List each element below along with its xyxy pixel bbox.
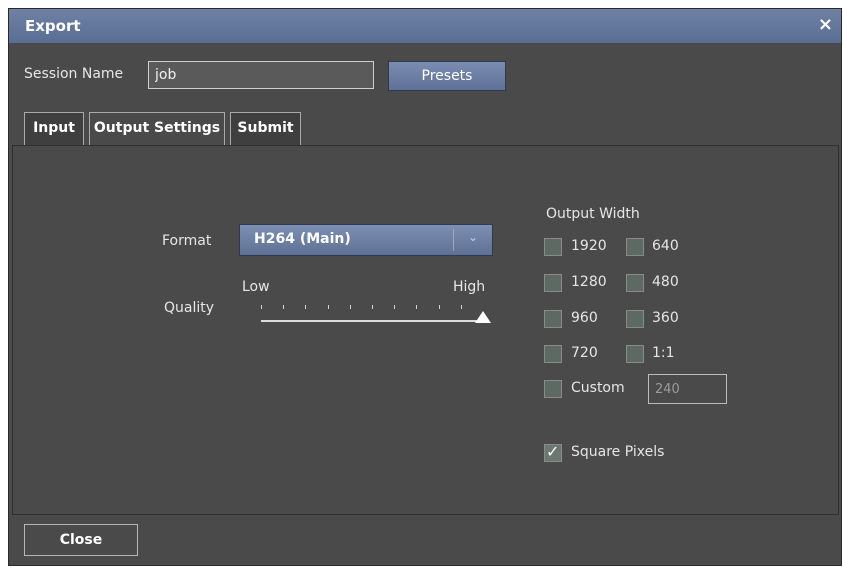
dialog-title: Export: [25, 17, 81, 35]
format-label: Format: [162, 233, 212, 249]
quality-slider-handle[interactable]: [475, 311, 491, 323]
width-640-label: 640: [652, 238, 679, 254]
title-bar: Export ×: [9, 9, 841, 43]
quality-slider-tick: [327, 305, 329, 309]
quality-low-label: Low: [242, 279, 270, 295]
width-720-checkbox[interactable]: [544, 345, 562, 363]
width-960-checkbox[interactable]: [544, 310, 562, 328]
quality-slider-tick: [261, 305, 262, 309]
quality-slider-tick: [460, 305, 462, 309]
quality-slider-tick: [349, 305, 351, 309]
width-640-checkbox[interactable]: [626, 238, 644, 256]
custom-width-input[interactable]: [648, 374, 727, 404]
format-value: H264 (Main): [254, 231, 351, 247]
width-960-label: 960: [571, 310, 598, 326]
width-1-1-checkbox[interactable]: [626, 345, 644, 363]
custom-width-label: Custom: [571, 380, 625, 396]
dropdown-separator: [453, 229, 454, 251]
tab-input[interactable]: Input: [24, 112, 84, 145]
width-480-label: 480: [652, 274, 679, 290]
width-360-label: 360: [652, 310, 679, 326]
quality-label: Quality: [164, 300, 215, 316]
close-icon[interactable]: ×: [818, 14, 833, 35]
output-settings-panel: [12, 145, 839, 515]
width-1920-label: 1920: [571, 238, 607, 254]
width-480-checkbox[interactable]: [626, 274, 644, 292]
close-button[interactable]: Close: [24, 524, 138, 556]
session-name-input[interactable]: [148, 61, 374, 89]
square-pixels-label: Square Pixels: [571, 444, 665, 460]
checkmark-icon: ✓: [546, 442, 560, 461]
quality-slider-tick: [438, 305, 440, 309]
session-name-label: Session Name: [24, 66, 124, 82]
tab-output-settings[interactable]: Output Settings: [89, 112, 225, 146]
presets-button[interactable]: Presets: [388, 61, 506, 91]
quality-slider-tick: [394, 305, 396, 309]
width-1280-checkbox[interactable]: [544, 274, 562, 292]
quality-slider-tick: [416, 305, 418, 309]
quality-slider-tick: [372, 305, 373, 309]
quality-slider-tick: [283, 305, 285, 309]
square-pixels-checkbox[interactable]: ✓: [544, 442, 562, 462]
quality-slider-track[interactable]: [261, 320, 483, 322]
width-1280-label: 1280: [571, 274, 607, 290]
width-1-1-label: 1:1: [652, 345, 675, 361]
export-dialog: Export × Session Name Presets Input Outp…: [8, 8, 842, 566]
format-dropdown[interactable]: H264 (Main) ⌄: [239, 224, 493, 256]
custom-width-checkbox[interactable]: [544, 380, 562, 398]
output-width-label: Output Width: [546, 206, 640, 222]
quality-slider-tick: [305, 305, 307, 309]
quality-high-label: High: [453, 279, 486, 295]
width-720-label: 720: [571, 345, 598, 361]
chevron-down-icon: ⌄: [467, 230, 478, 244]
tab-submit[interactable]: Submit: [230, 112, 301, 145]
width-360-checkbox[interactable]: [626, 310, 644, 328]
width-1920-checkbox[interactable]: [544, 238, 562, 256]
